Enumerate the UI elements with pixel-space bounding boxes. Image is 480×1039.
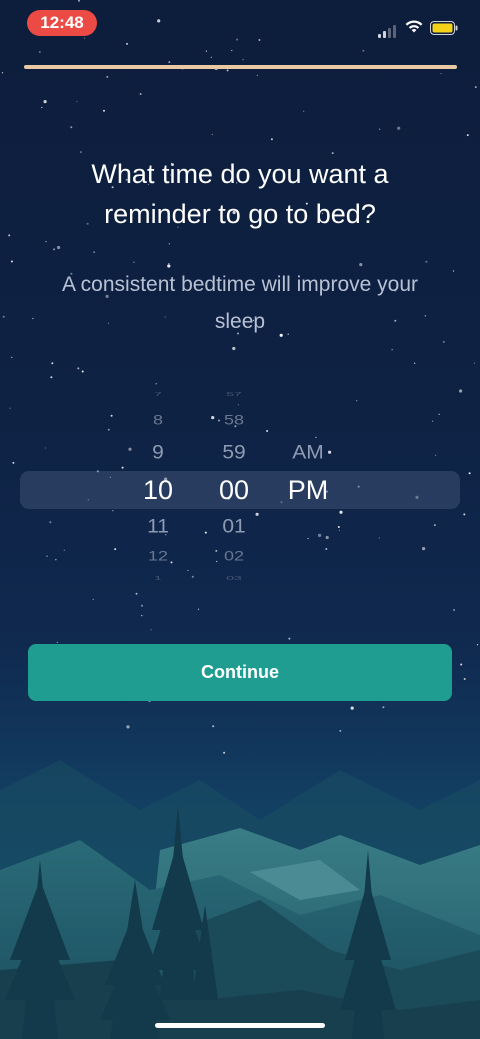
hour-option[interactable]: 8 [128,411,188,428]
minute-wheel[interactable]: 57 58 59 00 01 02 03 [204,380,264,592]
hour-selected[interactable]: 10 [128,475,188,506]
minute-option[interactable]: 57 [204,390,264,398]
hour-option[interactable]: 7 [128,390,188,398]
hour-wheel[interactable]: 7 8 9 10 11 12 1 [128,380,188,592]
minute-option[interactable]: 03 [204,574,264,582]
cellular-signal-icon [378,20,398,38]
hour-option[interactable]: 11 [128,515,188,538]
period-option[interactable]: AM [278,441,338,464]
page-title: What time do you want a reminder to go t… [91,159,389,229]
minute-option[interactable]: 59 [204,441,264,464]
continue-button[interactable]: Continue [28,644,452,701]
wifi-icon [405,20,423,33]
minute-option[interactable]: 02 [204,547,264,564]
minute-option[interactable]: 01 [204,515,264,538]
status-bar: 12:48 [0,0,480,48]
minute-option[interactable]: 58 [204,411,264,428]
mountain-forest-illustration [0,760,480,1039]
status-time[interactable]: 12:48 [27,10,97,36]
time-picker[interactable]: 7 8 9 10 11 12 1 57 58 59 00 01 02 03 AM PM [0,380,480,592]
am-pm-wheel[interactable]: AM PM [278,380,338,592]
period-selected[interactable]: PM [278,475,338,506]
onboarding-progress-fill [24,65,457,69]
onboarding-progress-bar [24,65,457,69]
page-subtitle: A consistent bedtime will improve your s… [62,273,418,333]
minute-selected[interactable]: 00 [204,475,264,506]
hour-option[interactable]: 1 [128,574,188,582]
battery-icon [430,21,458,35]
hour-option[interactable]: 9 [128,441,188,464]
hour-option[interactable]: 12 [128,547,188,564]
home-indicator[interactable] [155,1023,325,1028]
